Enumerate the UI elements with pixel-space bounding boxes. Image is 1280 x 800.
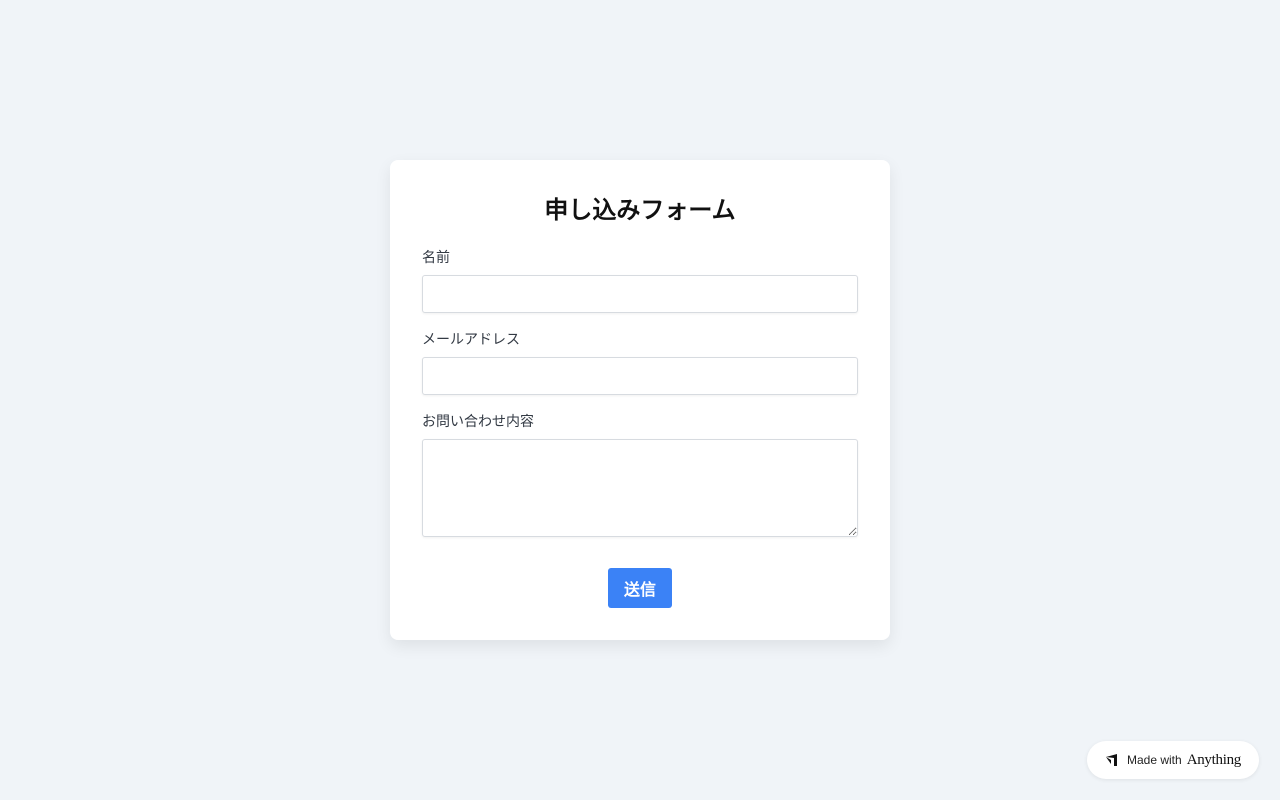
email-field-group: メールアドレス [422,331,858,395]
application-form-card: 申し込みフォーム 名前 メールアドレス お問い合わせ内容 送信 [390,160,890,640]
name-label: 名前 [422,250,450,266]
message-field-group: お問い合わせ内容 [422,413,858,537]
name-input[interactable] [422,275,858,313]
anything-logo-icon [1105,753,1119,767]
email-input[interactable] [422,357,858,395]
name-field-group: 名前 [422,249,858,313]
message-textarea[interactable] [422,439,858,537]
form-title: 申し込みフォーム [544,196,736,224]
message-label: お問い合わせ内容 [422,414,534,430]
email-label: メールアドレス [422,332,520,348]
made-with-label: Made with [1127,753,1182,767]
brand-name: Anything [1186,751,1242,768]
submit-button[interactable]: 送信 [608,568,672,608]
made-with-anything-badge[interactable]: Made with Anything [1087,741,1259,779]
